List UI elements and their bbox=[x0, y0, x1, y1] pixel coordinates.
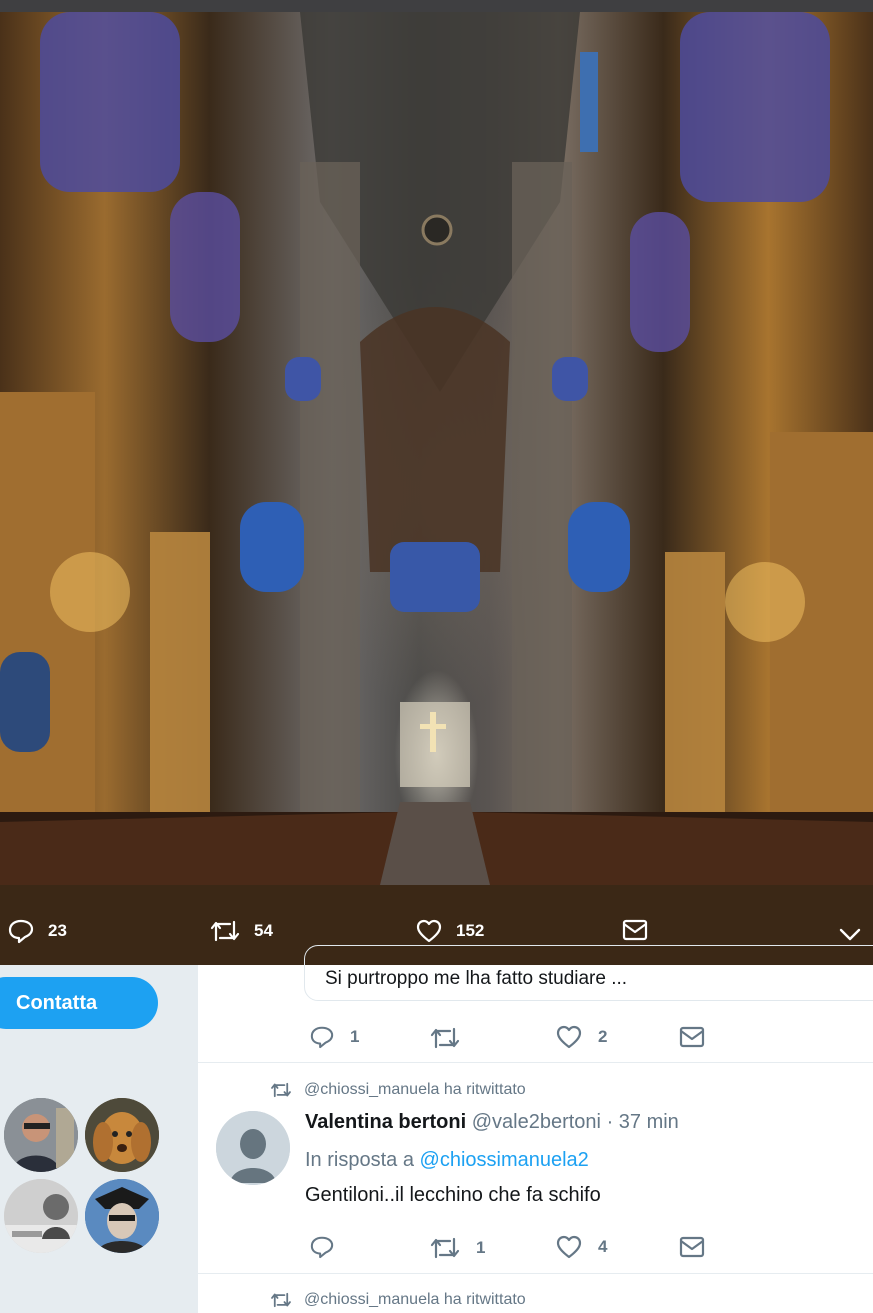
reply-action[interactable]: 1 bbox=[310, 1025, 359, 1049]
retweet-context-text[interactable]: @chiossi_manuela ha ritwittato bbox=[304, 1291, 526, 1309]
quoted-tweet-text: Si purtroppo me lha fatto studiare ... bbox=[325, 968, 628, 989]
heart-icon bbox=[556, 1235, 582, 1259]
reply-icon bbox=[8, 919, 34, 944]
author-name[interactable]: Valentina bertoni bbox=[305, 1111, 466, 1133]
retweet-icon bbox=[271, 1082, 291, 1098]
reply-context: In risposta a @chiossimanuela2 bbox=[305, 1149, 589, 1172]
chevron-down-icon bbox=[839, 928, 861, 941]
retweet-context: @chiossi_manuela ha ritwittato bbox=[270, 1081, 526, 1099]
retweet-icon bbox=[271, 1292, 291, 1308]
sidebar: Contatta bbox=[0, 965, 198, 1313]
tweet-text: Gentiloni..il lecchino che fa schifo bbox=[305, 1184, 601, 1206]
reply-action[interactable]: 23 bbox=[8, 916, 67, 946]
top-strip bbox=[0, 0, 873, 12]
like-action[interactable]: 4 bbox=[556, 1235, 607, 1259]
person-avatar-image bbox=[4, 1098, 78, 1172]
tweet-timestamp[interactable]: · 37 min bbox=[607, 1111, 679, 1133]
avatar[interactable] bbox=[216, 1111, 290, 1185]
follower-avatar[interactable] bbox=[4, 1098, 78, 1172]
reply-count: 23 bbox=[48, 921, 67, 940]
reply-to-link[interactable]: @chiossimanuela2 bbox=[420, 1149, 589, 1171]
tweet-photo[interactable] bbox=[0, 12, 873, 885]
reply-action[interactable] bbox=[310, 1235, 350, 1259]
heart-icon bbox=[416, 919, 442, 943]
envelope-icon bbox=[679, 1236, 705, 1258]
reply-icon bbox=[310, 1026, 334, 1049]
like-action[interactable]: 152 bbox=[416, 916, 484, 946]
default-avatar-icon bbox=[216, 1111, 290, 1185]
retweet-action[interactable]: 1 bbox=[430, 1235, 485, 1261]
contact-button[interactable]: Contatta bbox=[0, 977, 158, 1029]
envelope-icon bbox=[679, 1026, 705, 1048]
reply-prefix: In risposta a bbox=[305, 1149, 414, 1171]
tweet-divider bbox=[198, 1062, 873, 1063]
follower-avatar[interactable] bbox=[85, 1179, 159, 1253]
message-action[interactable] bbox=[679, 1235, 705, 1259]
envelope-icon bbox=[622, 919, 648, 941]
retweet-count: 54 bbox=[254, 921, 273, 940]
person-avatar-image bbox=[4, 1179, 78, 1253]
reply-count: 1 bbox=[350, 1027, 360, 1046]
author-handle[interactable]: @vale2bertoni bbox=[472, 1111, 601, 1133]
timeline: Si purtroppo me lha fatto studiare ... 1… bbox=[198, 945, 873, 1313]
retweet-context-text[interactable]: @chiossi_manuela ha ritwittato bbox=[304, 1081, 526, 1099]
like-count: 2 bbox=[598, 1027, 608, 1046]
like-count: 152 bbox=[456, 921, 485, 940]
twitter-page: 23 54 152 Contatta Si purtroppo me lha f… bbox=[0, 0, 873, 1313]
message-action[interactable] bbox=[622, 915, 648, 945]
retweet-icon bbox=[430, 1237, 460, 1259]
tweet-divider bbox=[198, 1273, 873, 1274]
reply-icon bbox=[310, 1236, 334, 1259]
cathedral-illustration bbox=[0, 12, 873, 885]
retweet-context: @chiossi_manuela ha ritwittato bbox=[270, 1291, 526, 1309]
retweet-icon bbox=[430, 1027, 460, 1049]
retweet-action[interactable]: 54 bbox=[210, 916, 273, 946]
retweet-action[interactable] bbox=[430, 1025, 476, 1051]
retweet-icon bbox=[210, 920, 240, 942]
dog-avatar-image bbox=[85, 1098, 159, 1172]
follower-avatar[interactable] bbox=[85, 1098, 159, 1172]
message-action[interactable] bbox=[679, 1025, 705, 1049]
person-avatar-image bbox=[85, 1179, 159, 1253]
like-count: 4 bbox=[598, 1237, 608, 1256]
retweet-count: 1 bbox=[476, 1238, 486, 1257]
like-action[interactable]: 2 bbox=[556, 1025, 607, 1049]
quoted-tweet[interactable]: Si purtroppo me lha fatto studiare ... bbox=[304, 945, 873, 1001]
follower-avatar[interactable] bbox=[4, 1179, 78, 1253]
tweet-header: Valentina bertoni @vale2bertoni · 37 min bbox=[305, 1111, 679, 1134]
heart-icon bbox=[556, 1025, 582, 1049]
